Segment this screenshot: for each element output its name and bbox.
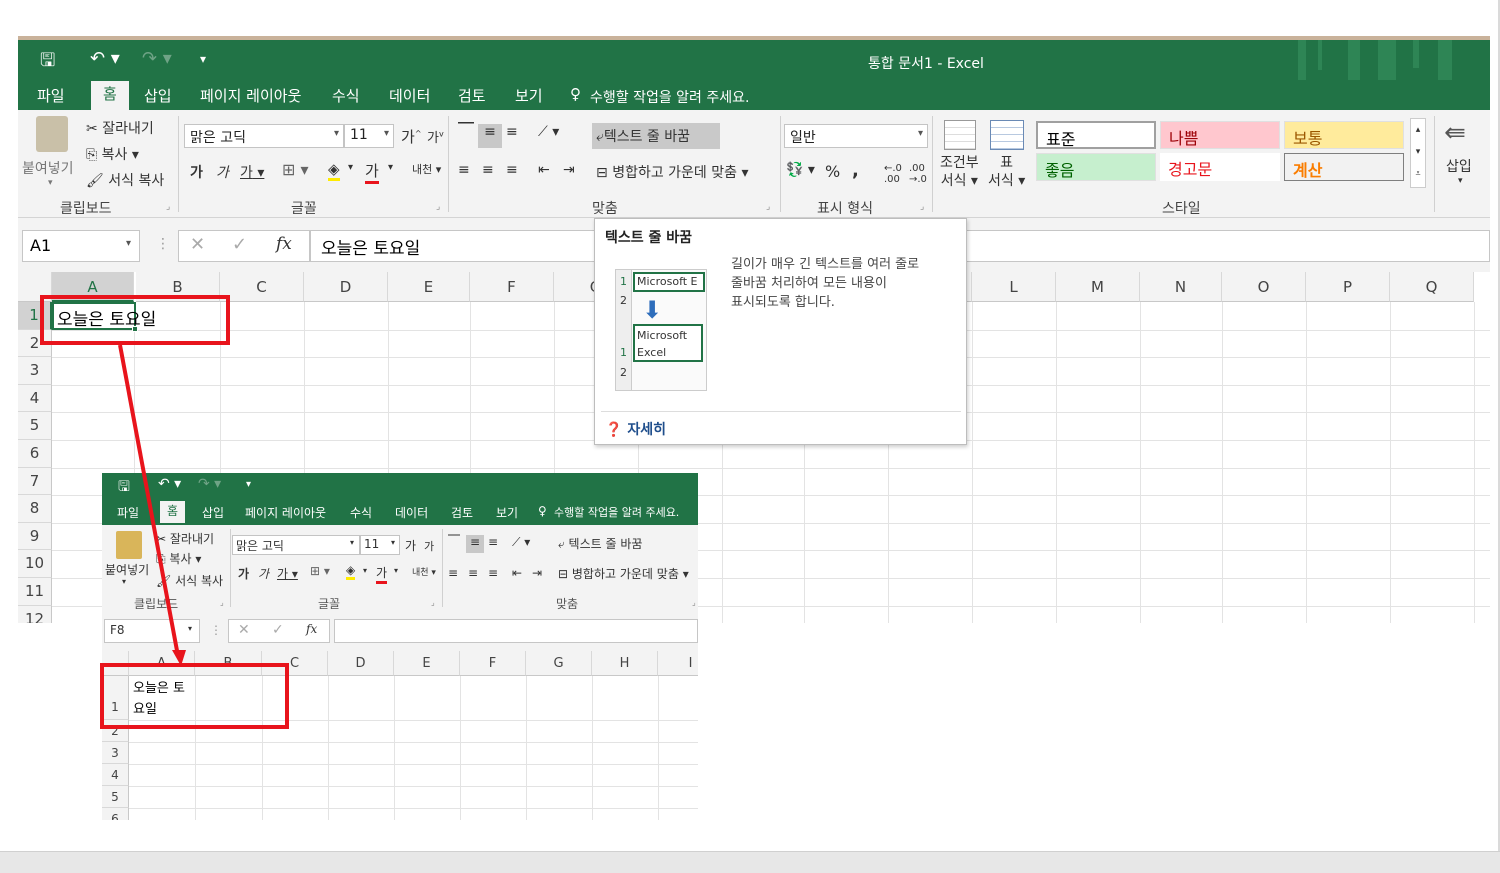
annotation-arrow [118, 344, 186, 666]
bottom-bar [0, 851, 1500, 873]
